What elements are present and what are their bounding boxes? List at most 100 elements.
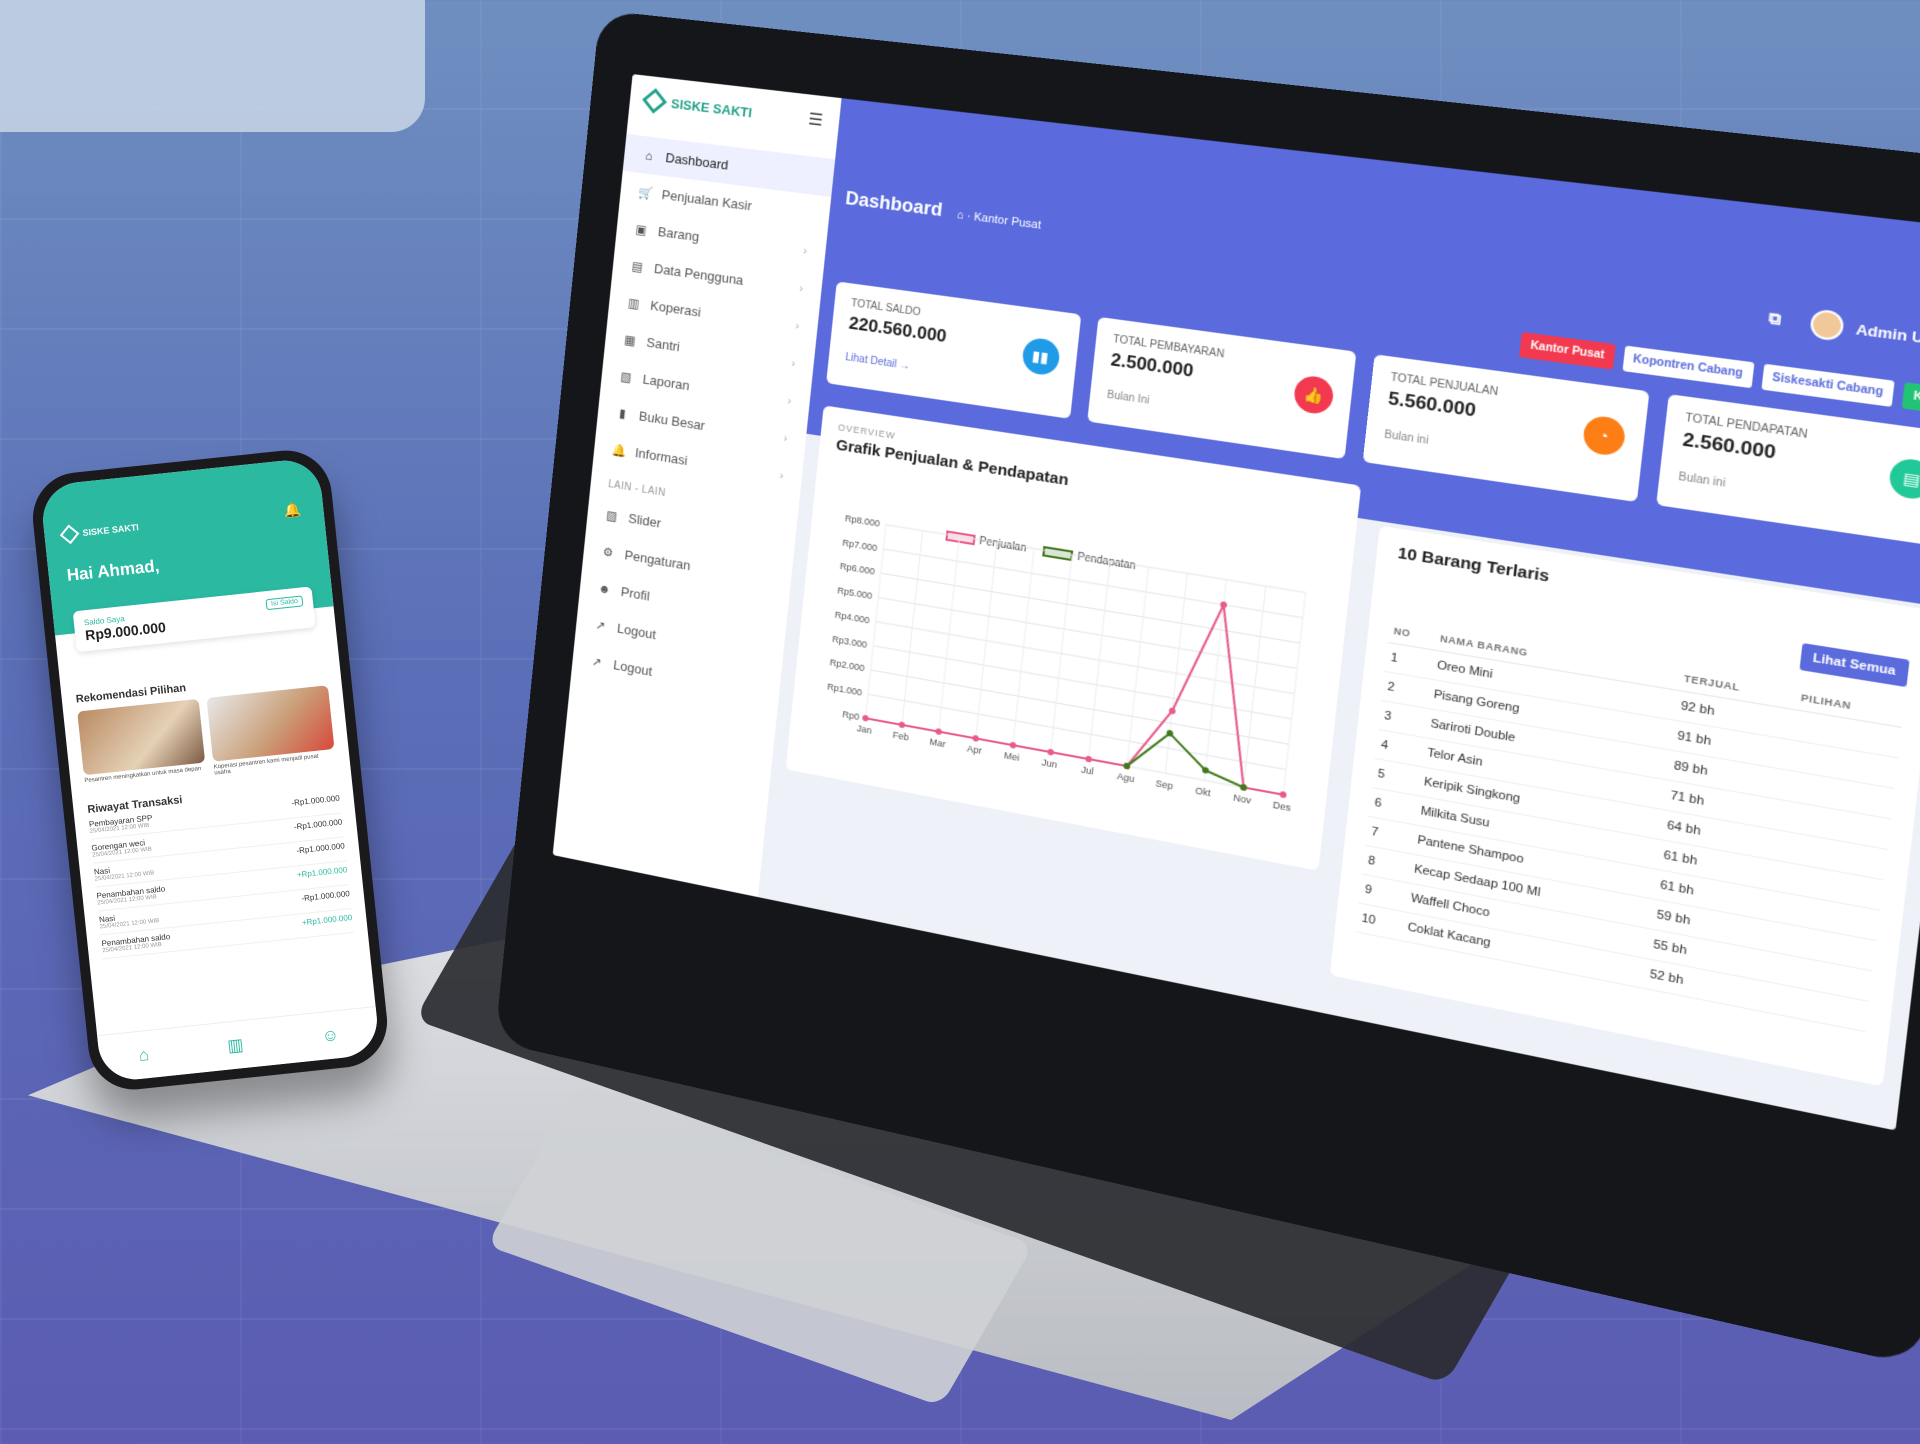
see-all-button[interactable]: Lihat Semua xyxy=(1799,643,1910,687)
sidebar-item-label: Laporan xyxy=(642,371,690,393)
transaction-info: Pembayaran SPP 25/04/2021 12:00 WIB xyxy=(89,813,154,835)
grid-line xyxy=(1127,567,1149,766)
grid-line xyxy=(1244,586,1266,787)
grid-line xyxy=(1051,555,1072,752)
image-icon: ▨ xyxy=(604,507,619,523)
y-tick-label: Rp0 xyxy=(842,709,860,722)
brand-name: SISKE SAKTI xyxy=(670,95,752,120)
transaction-info: Penambahan saldo 25/04/2021 12:00 WIB xyxy=(101,932,171,954)
phone-device: SISKE SAKTI 🔔 Hai Ahmad, Saldo Saya Rp9.… xyxy=(28,446,391,1094)
y-tick-label: Rp7.000 xyxy=(842,537,878,553)
phone-logo: SISKE SAKTI xyxy=(62,503,306,542)
grid-line xyxy=(886,525,1306,593)
y-tick-label: Rp8.000 xyxy=(844,513,880,529)
gear-icon: ⚙ xyxy=(601,544,616,560)
sidebar-item-label: Dashboard xyxy=(665,150,729,173)
grid-line xyxy=(883,549,1302,618)
series-line xyxy=(865,549,1302,795)
transaction-list: Pembayaran SPP 25/04/2021 12:00 WIB -Rp1.0… xyxy=(74,788,368,960)
home-icon: ⌂ xyxy=(641,148,656,164)
x-tick-label: Des xyxy=(1272,799,1292,813)
data-point xyxy=(1240,784,1247,792)
x-tick-label: Mar xyxy=(929,736,946,749)
sidebar-nav: ⌂ Dashboard 🛒 Penjualan Kasir ▣ Barang › ▤ Data … xyxy=(593,134,836,498)
transaction-info: Penambahan saldo 25/04/2021 12:00 WIB xyxy=(96,884,166,906)
phone-screen: SISKE SAKTI 🔔 Hai Ahmad, Saldo Saya Rp9.… xyxy=(39,457,380,1083)
fullscreen-icon[interactable]: ⧉ xyxy=(1768,308,1783,329)
x-tick-label: Sep xyxy=(1155,778,1174,792)
cart-icon: 🛒 xyxy=(638,184,653,200)
sidebar-item-label: Koperasi xyxy=(650,298,702,320)
logo-mark-icon xyxy=(60,525,80,545)
y-tick-label: Rp4.000 xyxy=(834,609,870,625)
transaction-amount: -Rp1.000.000 xyxy=(293,817,343,837)
sales-chart-card: OVERVIEW Grafik Penjualan & Pendapatan P… xyxy=(786,405,1362,870)
sidebar-extra-nav: ▨ Slider ⚙ Pengaturan ☻ Profil ↗ Logout ↗ Logout xyxy=(571,493,797,713)
users-icon: ▤ xyxy=(630,258,645,274)
phone-brand-name: SISKE SAKTI xyxy=(82,522,139,538)
x-tick-label: Mei xyxy=(1004,750,1020,763)
x-tick-label: Jun xyxy=(1041,757,1058,770)
grid-line xyxy=(1013,549,1034,746)
sidebar-item-label: Santri xyxy=(646,335,681,355)
grid-line xyxy=(868,694,1286,769)
bell-icon[interactable]: 🔔 xyxy=(283,501,302,520)
data-point xyxy=(1085,755,1092,762)
sales-line-chart: Rp0 Rp1.000 Rp2.000 Rp3.000 Rp4.000 Rp5.000 Rp… xyxy=(798,505,1329,863)
logout-icon: ↗ xyxy=(593,617,608,633)
chevron-right-icon: › xyxy=(779,469,784,482)
x-tick-label: Apr xyxy=(967,743,983,756)
data-point xyxy=(1220,601,1227,608)
laptop-screen: SISKE SAKTI ☰ ⌂ Dashboard 🛒 Penjualan Kasir… xyxy=(553,74,1920,1130)
chevron-right-icon: › xyxy=(799,282,804,295)
box-icon: ▣ xyxy=(634,221,649,237)
sidebar-item-label: Logout xyxy=(613,657,653,679)
user-icon: ☻ xyxy=(597,580,612,596)
sidebar-item-label: Logout xyxy=(616,620,656,642)
grid-line xyxy=(1089,561,1111,759)
recommendation-card[interactable]: Koperasi pesantren kami menjadi pusat us… xyxy=(206,685,336,776)
top-products-table: NO NAMA BARANG TERJUAL PILIHAN 1 Oreo Mini 92… xyxy=(1355,618,1904,1032)
x-tick-label: Jul xyxy=(1081,764,1095,777)
map-icon[interactable]: ▥ xyxy=(226,1035,244,1057)
series-line xyxy=(1127,726,1248,787)
recommendation-card[interactable]: Pesantren meningkatkan untuk masa depan xyxy=(77,699,207,790)
logout-icon: ↗ xyxy=(589,653,604,669)
sidebar-item-label: Buku Besar xyxy=(638,408,705,433)
data-point xyxy=(935,728,942,735)
x-tick-label: Agu xyxy=(1116,771,1135,785)
data-point xyxy=(1279,791,1286,799)
x-tick-label: Nov xyxy=(1233,792,1253,806)
x-tick-label: Feb xyxy=(892,729,909,742)
logo-mark-icon xyxy=(642,88,667,113)
sidebar-item-label: Profil xyxy=(620,584,650,604)
chevron-right-icon: › xyxy=(795,320,800,333)
user-icon[interactable]: ☺ xyxy=(321,1025,340,1047)
store-icon: ▥ xyxy=(626,295,641,311)
grid-line xyxy=(1283,592,1305,794)
report-icon: ▧ xyxy=(619,368,634,384)
student-icon: ▦ xyxy=(623,332,638,348)
grid-line xyxy=(976,543,997,739)
chevron-right-icon: › xyxy=(783,432,788,445)
x-tick-label: Jan xyxy=(856,723,872,736)
data-point xyxy=(898,721,905,728)
recommendation-image xyxy=(206,685,334,761)
transaction-amount: +Rp1.000.000 xyxy=(296,865,348,885)
data-point xyxy=(862,715,869,722)
sidebar-item-label: Slider xyxy=(628,511,662,531)
home-icon[interactable]: ⌂ xyxy=(138,1044,150,1065)
hamburger-menu-icon[interactable]: ☰ xyxy=(807,109,824,131)
grid-line xyxy=(1165,573,1187,773)
data-point xyxy=(1047,748,1054,755)
grid-line xyxy=(939,537,960,732)
y-tick-label: Rp1.000 xyxy=(827,682,863,699)
x-tick-label: Okt xyxy=(1195,785,1212,799)
bell-icon: 🔔 xyxy=(611,442,626,458)
chevron-right-icon: › xyxy=(791,357,796,370)
chevron-right-icon: › xyxy=(803,245,808,258)
transaction-amount: -Rp1.000.000 xyxy=(301,889,351,909)
sidebar-item-label: Barang xyxy=(657,224,700,244)
chevron-right-icon: › xyxy=(787,394,792,407)
y-tick-label: Rp3.000 xyxy=(832,633,868,649)
